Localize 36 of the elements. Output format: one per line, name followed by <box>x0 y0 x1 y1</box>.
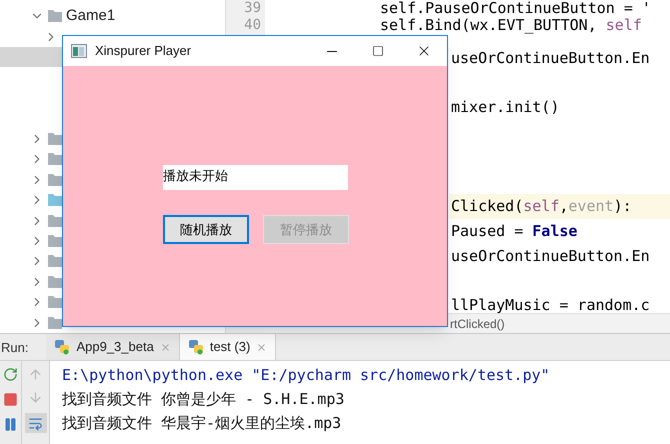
console-line: 找到音频文件 华晨宇-烟火里的尘埃.mp3 <box>62 413 342 434</box>
pause-icon[interactable] <box>3 417 18 432</box>
code-line: useOrContinueButton.En <box>450 246 651 266</box>
code-line: Paused = False <box>450 220 578 242</box>
rerun-icon[interactable] <box>3 367 18 382</box>
code-line: self.PauseOrContinueButton = ' <box>379 0 652 17</box>
code-line: self.Bind(wx.EVT_BUTTON, self <box>379 17 643 34</box>
python-icon <box>188 339 204 355</box>
arrow-down-icon[interactable] <box>28 390 43 405</box>
window-title: Xinspurer Player <box>95 42 192 60</box>
run-label: Run: <box>0 339 30 357</box>
stop-icon[interactable] <box>3 392 18 407</box>
wrap-icon <box>28 416 43 430</box>
run-tab[interactable]: App9_3_beta <box>46 334 179 360</box>
tree-label: Game1 <box>66 6 116 26</box>
tab-label: App9_3_beta <box>76 338 154 356</box>
status-field[interactable]: 播放未开始 <box>163 165 348 190</box>
tab-label: test (3) <box>210 338 250 356</box>
run-tab[interactable]: test (3) <box>178 334 276 360</box>
breadcrumb[interactable]: rtClicked() <box>450 317 505 331</box>
close-icon[interactable] <box>256 342 268 352</box>
code-line: useOrContinueButton.En <box>450 48 651 69</box>
player-button[interactable]: 随机播放 <box>163 215 249 244</box>
close-icon[interactable] <box>160 342 171 352</box>
line-number: 39 <box>244 0 261 17</box>
code-line: mixer.init() <box>450 97 560 118</box>
minimize-icon <box>327 50 337 52</box>
maximize-icon <box>372 45 384 57</box>
console-line: 找到音频文件 你曾是少年 - S.H.E.mp3 <box>62 389 346 410</box>
app-icon <box>71 44 87 58</box>
code-line: llPlayMusic = random.c <box>450 294 651 313</box>
soft-wrap-button[interactable] <box>24 413 46 433</box>
console-line: E:\python\python.exe "E:/pycharm src/homework/test.py" <box>62 365 551 386</box>
line-number: 40 <box>244 17 261 34</box>
tree-row[interactable]: Game1 <box>0 6 225 26</box>
python-icon <box>54 339 70 355</box>
